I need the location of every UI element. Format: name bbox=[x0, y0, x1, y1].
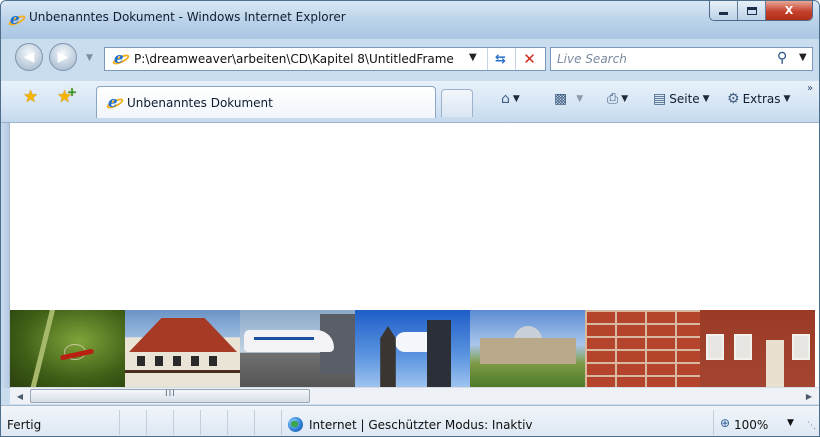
horizontal-scrollbar[interactable]: ◀ III ▶ bbox=[10, 387, 819, 404]
zoom-icon[interactable]: ⊕ bbox=[720, 416, 730, 430]
recent-pages-dropdown[interactable]: ▼ bbox=[86, 53, 93, 63]
window-title: Unbenanntes Dokument - Windows Internet … bbox=[29, 10, 346, 24]
dragonfly-photo bbox=[10, 310, 125, 387]
stop-icon: ✕ bbox=[523, 50, 536, 68]
search-input[interactable]: Live Search bbox=[557, 52, 627, 66]
status-text: Fertig bbox=[7, 418, 42, 432]
minimize-icon bbox=[719, 12, 728, 15]
internet-zone-icon bbox=[288, 417, 303, 432]
print-icon: ⎙ bbox=[607, 91, 619, 107]
browser-window: e Unbenanntes Dokument - Windows Interne… bbox=[0, 0, 820, 437]
feeds-button[interactable]: ▩ ▼ bbox=[554, 91, 583, 107]
reichstag-photo bbox=[470, 310, 585, 387]
home-icon: ⌂ bbox=[501, 91, 510, 107]
back-arrow-icon: ◀ bbox=[23, 49, 35, 65]
security-zone-label[interactable]: Internet | Geschützter Modus: Inaktiv bbox=[309, 418, 533, 432]
search-options-dropdown[interactable]: ▼ bbox=[799, 52, 807, 63]
print-button[interactable]: ⎙ ▼ bbox=[607, 91, 628, 107]
half-timbered-house-photo bbox=[125, 310, 240, 387]
address-input[interactable]: P:\dreamweaver\arbeiten\CD\Kapitel 8\Unt… bbox=[134, 52, 464, 66]
window-left-frame bbox=[1, 123, 9, 388]
home-button[interactable]: ⌂ ▼ bbox=[501, 91, 520, 107]
address-dropdown-icon[interactable]: ▼ bbox=[469, 52, 477, 63]
brick-wall-photo bbox=[585, 310, 700, 387]
scroll-right-icon[interactable]: ▶ bbox=[801, 388, 817, 404]
tab-label: Unbenanntes Dokument bbox=[127, 96, 273, 110]
maximize-icon bbox=[746, 6, 757, 15]
refresh-button[interactable]: ⇆ bbox=[487, 48, 513, 70]
new-tab-button[interactable] bbox=[441, 89, 473, 117]
chevron-more-icon[interactable]: » bbox=[807, 83, 813, 94]
address-bar[interactable]: e P:\dreamweaver\arbeiten\CD\Kapitel 8\U… bbox=[104, 47, 546, 71]
page-icon: ▤ bbox=[653, 91, 667, 107]
scrollbar-grip: III bbox=[165, 389, 176, 399]
page-menu-button[interactable]: ▤ Seite ▼ bbox=[653, 91, 710, 107]
zoom-level[interactable]: 100% bbox=[734, 418, 768, 432]
back-button[interactable]: ◀ bbox=[15, 43, 43, 71]
zoom-dropdown-icon[interactable]: ▼ bbox=[787, 418, 794, 428]
photo-strip bbox=[10, 310, 819, 387]
page-dropdown-icon: ▼ bbox=[702, 94, 710, 104]
tools-icon: ⚙ bbox=[727, 91, 740, 107]
maximize-button[interactable] bbox=[738, 1, 766, 20]
search-icon[interactable]: ⚲ bbox=[777, 50, 787, 66]
print-dropdown-icon[interactable]: ▼ bbox=[621, 94, 628, 104]
forward-button[interactable]: ▶ bbox=[49, 43, 77, 71]
airplane-photo bbox=[240, 310, 355, 387]
page-ie-icon: e bbox=[111, 50, 131, 67]
scroll-left-icon[interactable]: ◀ bbox=[12, 388, 28, 404]
home-dropdown-icon[interactable]: ▼ bbox=[513, 94, 520, 104]
scrollbar-thumb[interactable]: III bbox=[30, 389, 310, 403]
resize-grip-icon[interactable]: ⋱ bbox=[807, 421, 816, 431]
refresh-icon: ⇆ bbox=[495, 51, 506, 67]
search-box[interactable]: Live Search ⚲ ▼ bbox=[550, 47, 813, 71]
ie-logo-icon: e bbox=[7, 11, 27, 28]
forward-arrow-icon: ▶ bbox=[57, 49, 69, 65]
add-favorites-icon[interactable]: ★ + bbox=[57, 85, 77, 107]
tab-ie-icon: e bbox=[105, 94, 125, 111]
feeds-dropdown-icon[interactable]: ▼ bbox=[576, 94, 583, 104]
window-controls: X bbox=[709, 1, 813, 21]
tools-menu-button[interactable]: ⚙ Extras ▼ bbox=[727, 91, 790, 107]
close-button[interactable]: X bbox=[766, 1, 812, 20]
tools-menu-label: Extras bbox=[742, 92, 781, 106]
tab-current[interactable]: e Unbenanntes Dokument bbox=[96, 86, 436, 118]
feeds-icon: ▩ bbox=[554, 91, 568, 107]
page-menu-label: Seite bbox=[669, 92, 700, 106]
brick-facade-photo bbox=[700, 310, 815, 387]
tools-dropdown-icon: ▼ bbox=[783, 94, 791, 104]
close-icon: X bbox=[784, 4, 794, 17]
favorites-center-icon[interactable]: ★ bbox=[23, 87, 38, 107]
title-bar: e Unbenanntes Dokument - Windows Interne… bbox=[1, 1, 819, 39]
church-tower-photo bbox=[355, 310, 470, 387]
stop-button[interactable]: ✕ bbox=[515, 48, 543, 70]
status-bar: Fertig Internet | Geschützter Modus: Ina… bbox=[1, 405, 819, 436]
minimize-button[interactable] bbox=[710, 1, 738, 20]
